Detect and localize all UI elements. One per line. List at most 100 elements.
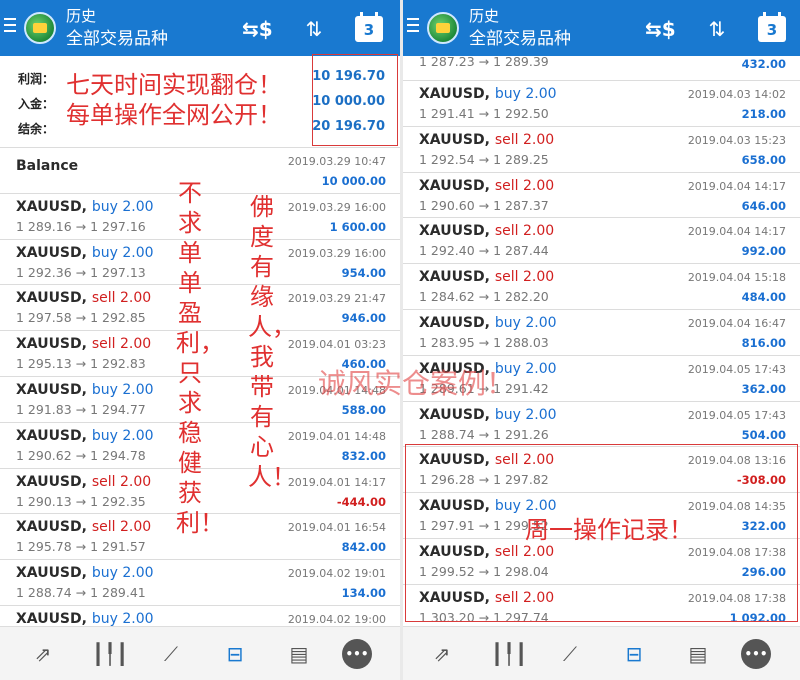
- deal-time: 2019.04.03 15:23: [687, 133, 786, 147]
- menu-icon[interactable]: [407, 18, 419, 32]
- dollar-arrows-icon[interactable]: ⇆$: [242, 16, 273, 42]
- price-range: 1 291.41 → 1 292.50: [419, 106, 549, 121]
- deal-time: 2019.04.05 17:43: [687, 408, 786, 422]
- deal-time: 2019.03.29 21:47: [287, 292, 386, 306]
- deal-symbol: XAUUSD, sell 2.00: [419, 223, 554, 239]
- menu-icon[interactable]: [4, 18, 16, 32]
- symbol-filter[interactable]: 全部交易品种: [66, 28, 168, 50]
- dollar-arrows-icon[interactable]: ⇆$: [645, 16, 676, 42]
- deal-side: sell 2.00: [494, 177, 555, 194]
- price-range: 1 290.62 → 1 294.78: [16, 447, 146, 463]
- profit-value: 646.00: [741, 198, 786, 213]
- price-range: 1 288.74 → 1 289.41: [16, 585, 146, 601]
- price-range: 1 283.95 → 1 288.03: [419, 334, 549, 350]
- deal-side: sell 2.00: [91, 519, 152, 536]
- deal-time: 2019.04.02 19:01: [287, 567, 386, 581]
- calendar-icon[interactable]: 3: [758, 12, 786, 42]
- symbol-text: XAUUSD,: [419, 177, 490, 194]
- profit-value: 1 600.00: [329, 219, 386, 234]
- summary-highlight-box: [312, 54, 398, 146]
- symbol-text: XAUUSD,: [16, 244, 87, 261]
- history-inbox-icon[interactable]: ⊟: [619, 639, 649, 669]
- deal-time: 2019.04.04 14:17: [687, 225, 786, 239]
- balance-label: 结余：: [18, 122, 55, 136]
- headline-annotation-1: 七天时间实现翻仓！: [66, 71, 282, 99]
- price-range: 1 289.16 → 1 297.16: [16, 218, 146, 234]
- deal-side: buy 2.00: [494, 86, 557, 102]
- profit-value: 992.00: [741, 244, 786, 259]
- deal-side: sell 2.00: [494, 223, 555, 240]
- trend-icon[interactable]: ⟋: [555, 639, 585, 669]
- sort-icon[interactable]: ⇅: [300, 16, 328, 42]
- deal-symbol: XAUUSD, sell 2.00: [16, 336, 151, 352]
- news-icon[interactable]: ▤: [683, 639, 713, 669]
- table-row[interactable]: XAUUSD, sell 2.00 1 292.54 → 1 289.25 2019…: [403, 127, 800, 173]
- bottom-nav: ⇗ ┃╿┃ ⟋ ⊟ ▤ •••: [403, 626, 800, 680]
- symbol-text: XAUUSD,: [16, 519, 87, 536]
- app-bar: 历史 全部交易品种 ⇆$ ⇅ 3: [403, 0, 800, 56]
- deal-time: 2019.04.01 16:54: [287, 521, 386, 535]
- deal-time: 2019.04.01 14:17: [287, 475, 386, 489]
- deal-time: 2019.04.03 14:02: [687, 88, 786, 101]
- deal-time: 2019.03.29 16:00: [287, 200, 386, 214]
- chart-candles-icon[interactable]: ┃╿┃: [92, 639, 128, 669]
- left-panel: 历史 全部交易品种 ⇆$ ⇅ 3 利润： 入金： 结余： 10 196.70 1…: [0, 0, 400, 680]
- symbol-text: XAUUSD,: [16, 336, 87, 353]
- chart-candles-icon[interactable]: ┃╿┃: [491, 639, 527, 669]
- profit-value: 504.00: [741, 427, 786, 442]
- symbol-text: XAUUSD,: [419, 314, 490, 331]
- deal-side: buy 2.00: [91, 244, 154, 261]
- symbol-text: XAUUSD,: [16, 198, 87, 215]
- trade-icon[interactable]: ⇗: [427, 639, 457, 669]
- price-range: 1 287.23 → 1 289.39: [419, 56, 549, 69]
- symbol-text: XAUUSD,: [16, 427, 87, 444]
- trade-icon[interactable]: ⇗: [28, 639, 58, 669]
- calendar-icon[interactable]: 3: [355, 12, 383, 42]
- deal-time: 2019.04.04 14:17: [687, 179, 786, 193]
- table-row[interactable]: XAUUSD, buy 2.00 1 291.41 → 1 292.50 2019.…: [403, 81, 800, 127]
- deal-side: buy 2.00: [494, 406, 557, 423]
- profit-value: 588.00: [341, 402, 386, 417]
- deal-symbol: XAUUSD, sell 2.00: [16, 474, 151, 490]
- table-row[interactable]: XAUUSD, buy 2.00 2019.04.02 19:00: [0, 606, 400, 626]
- history-inbox-icon[interactable]: ⊟: [220, 639, 250, 669]
- price-range: 1 291.83 → 1 294.77: [16, 401, 146, 417]
- app-logo-icon: [427, 12, 459, 44]
- profit-value: 842.00: [341, 540, 386, 555]
- profit-value: 658.00: [741, 152, 786, 167]
- deal-side: sell 2.00: [494, 269, 555, 286]
- deal-symbol: XAUUSD, sell 2.00: [419, 132, 554, 148]
- bottom-nav: ⇗ ┃╿┃ ⟋ ⊟ ▤ •••: [0, 626, 400, 680]
- deal-time: 2019.04.04 15:18: [687, 271, 786, 285]
- page-title: 历史: [66, 7, 97, 25]
- page-title: 历史: [469, 7, 500, 25]
- deal-time: 2019.04.02 19:00: [287, 612, 386, 626]
- profit-value: 484.00: [741, 290, 786, 305]
- sort-icon[interactable]: ⇅: [703, 16, 731, 42]
- list-item[interactable]: 1 287.23 → 1 289.39 432.00: [403, 56, 800, 81]
- trend-icon[interactable]: ⟋: [156, 639, 186, 669]
- deal-symbol: XAUUSD, buy 2.00: [16, 382, 154, 398]
- profit-value: 218.00: [741, 107, 786, 121]
- price-range: 1 290.60 → 1 287.37: [419, 197, 549, 213]
- deal-side: buy 2.00: [91, 610, 154, 626]
- deal-symbol: XAUUSD, sell 2.00: [419, 178, 554, 194]
- right-panel: 历史 全部交易品种 ⇆$ ⇅ 3 1 287.23 → 1 289.39 432…: [403, 0, 800, 680]
- chat-icon[interactable]: •••: [342, 639, 372, 669]
- deal-symbol: XAUUSD, buy 2.00: [419, 315, 557, 331]
- deal-symbol: XAUUSD, sell 2.00: [419, 269, 554, 285]
- table-row[interactable]: XAUUSD, buy 2.00 1 288.74 → 1 289.41 2019.…: [0, 560, 400, 606]
- deal-symbol: Balance: [16, 158, 78, 174]
- table-row[interactable]: XAUUSD, sell 2.00 1 290.60 → 1 287.37 2019…: [403, 173, 800, 219]
- profit-value: 134.00: [341, 586, 386, 601]
- table-row[interactable]: XAUUSD, buy 2.00 1 288.74 → 1 291.26 2019.…: [403, 402, 800, 448]
- news-icon[interactable]: ▤: [284, 639, 314, 669]
- table-row[interactable]: XAUUSD, buy 2.00 1 283.95 → 1 288.03 2019.…: [403, 310, 800, 356]
- table-row[interactable]: XAUUSD, sell 2.00 1 292.40 → 1 287.44 2019…: [403, 218, 800, 265]
- deal-side: sell 2.00: [91, 290, 152, 307]
- chat-icon[interactable]: •••: [741, 639, 771, 669]
- symbol-filter[interactable]: 全部交易品种: [469, 28, 571, 50]
- price-range: 1 295.13 → 1 292.83: [16, 356, 146, 372]
- symbol-text: Balance: [16, 158, 79, 174]
- table-row[interactable]: XAUUSD, sell 2.00 1 284.62 → 1 282.20 2019…: [403, 264, 800, 310]
